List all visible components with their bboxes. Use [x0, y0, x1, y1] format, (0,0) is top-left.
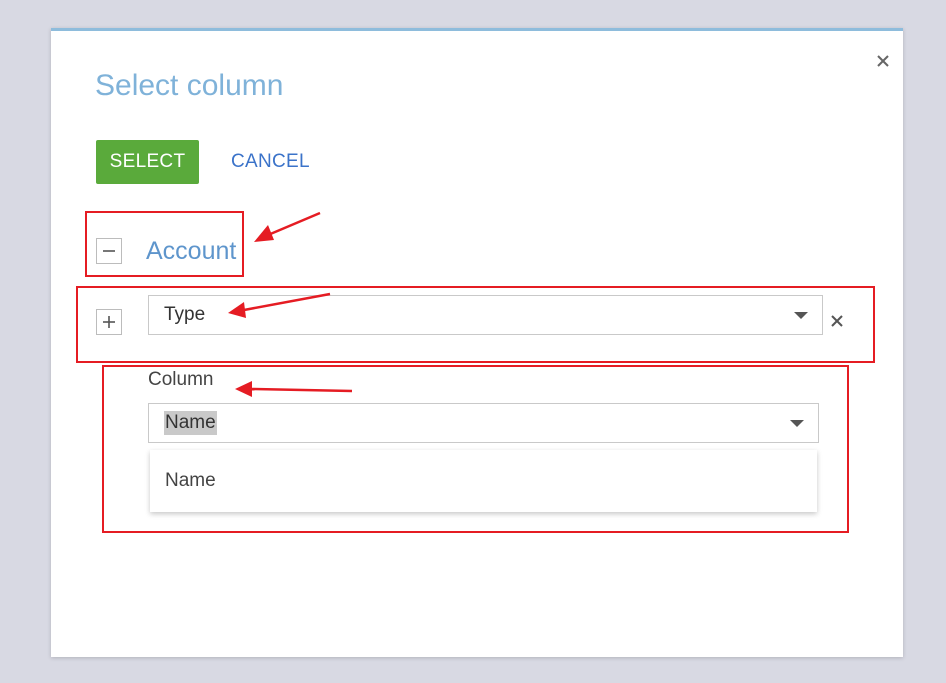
close-icon[interactable] — [875, 53, 891, 69]
plus-icon — [103, 316, 115, 328]
close-icon[interactable] — [830, 314, 844, 328]
dropdown-option-name[interactable]: Name — [150, 450, 817, 512]
chevron-down-icon — [790, 420, 804, 427]
column-select[interactable]: Name — [148, 403, 819, 443]
select-button[interactable]: SELECT — [96, 140, 199, 184]
expand-type-toggle[interactable] — [96, 309, 122, 335]
dropdown-option-label: Name — [165, 470, 216, 491]
cancel-button[interactable]: CANCEL — [221, 140, 320, 184]
collapse-account-toggle[interactable] — [96, 238, 122, 264]
chevron-down-icon — [794, 312, 808, 319]
select-column-dialog: Select column SELECT CANCEL Account Type… — [51, 28, 903, 657]
dialog-title: Select column — [95, 69, 284, 102]
type-select[interactable]: Type — [148, 295, 823, 335]
column-select-value: Name — [164, 411, 217, 435]
column-dropdown-list: Name — [150, 450, 817, 512]
column-label: Column — [148, 369, 214, 390]
tree-node-account[interactable]: Account — [146, 237, 236, 266]
minus-icon — [103, 250, 115, 252]
type-select-value: Type — [164, 304, 206, 325]
